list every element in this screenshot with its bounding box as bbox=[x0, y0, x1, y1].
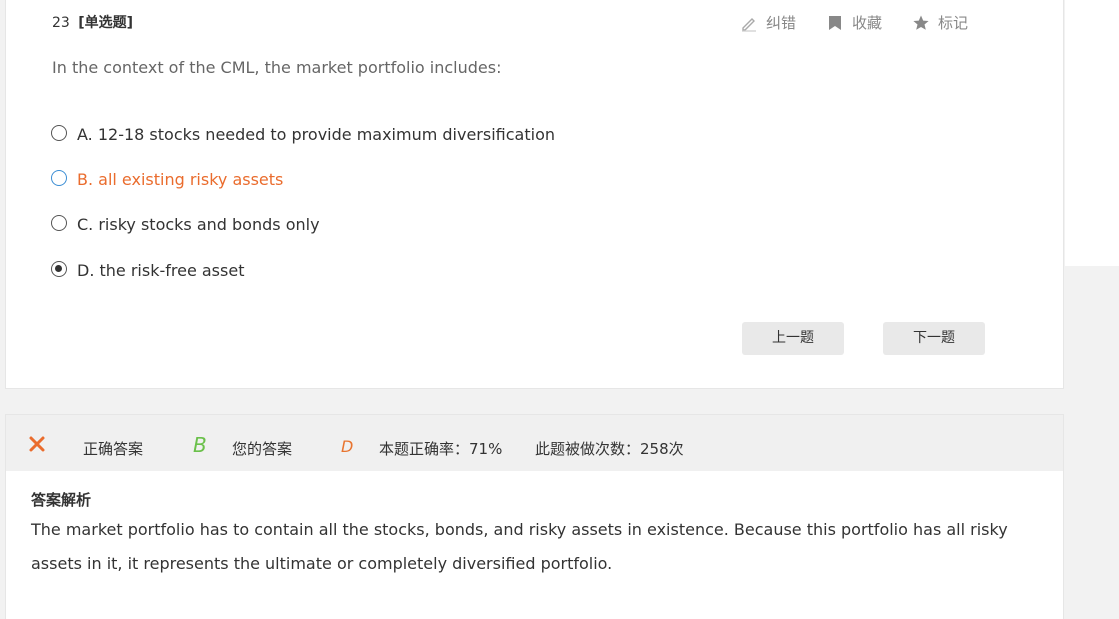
star-icon bbox=[913, 15, 929, 30]
option-a-radio[interactable] bbox=[51, 124, 67, 141]
question-panel: 23 [单选题] 纠错 收藏 标记 In the context of the … bbox=[5, 0, 1064, 389]
correct-answer-label: 正确答案 bbox=[83, 440, 144, 458]
question-header: 23 [单选题] bbox=[52, 12, 133, 32]
option-d-label: D. the risk-free asset bbox=[77, 261, 245, 280]
question-type: [单选题] bbox=[78, 15, 134, 31]
right-panel-strip bbox=[1065, 0, 1119, 266]
favorite-button[interactable]: 收藏 bbox=[826, 12, 882, 33]
favorite-label: 收藏 bbox=[852, 14, 883, 32]
option-b-radio[interactable] bbox=[51, 169, 67, 186]
mark-label: 标记 bbox=[938, 14, 969, 32]
option-c-label: C. risky stocks and bonds only bbox=[77, 215, 320, 234]
option-b-label: B. all existing risky assets bbox=[77, 170, 284, 189]
option-d-radio[interactable] bbox=[51, 260, 67, 277]
option-b[interactable]: B. all existing risky assets bbox=[51, 169, 284, 189]
prev-question-button[interactable]: 上一题 bbox=[742, 322, 844, 355]
pencil-icon bbox=[742, 17, 756, 32]
attempts-stat: 此题被做次数：258次 bbox=[535, 440, 684, 458]
option-d[interactable]: D. the risk-free asset bbox=[51, 260, 245, 280]
bookmark-icon bbox=[829, 15, 842, 30]
next-question-button[interactable]: 下一题 bbox=[883, 322, 985, 355]
explanation-title: 答案解析 bbox=[31, 491, 92, 509]
question-stem: In the context of the CML, the market po… bbox=[52, 58, 502, 77]
option-c[interactable]: C. risky stocks and bonds only bbox=[51, 214, 320, 234]
option-c-radio[interactable] bbox=[51, 214, 67, 231]
option-a[interactable]: A. 12-18 stocks needed to provide maximu… bbox=[51, 124, 555, 144]
correct-error-label: 纠错 bbox=[766, 14, 797, 32]
option-a-label: A. 12-18 stocks needed to provide maximu… bbox=[77, 125, 555, 144]
question-toolbar: 纠错 收藏 标记 bbox=[740, 12, 998, 33]
your-answer-value: D bbox=[341, 437, 354, 456]
question-number: 23 bbox=[52, 15, 70, 31]
mark-button[interactable]: 标记 bbox=[912, 12, 968, 33]
answer-result-bar: 正确答案 B 您的答案 D 本题正确率：71% 此题被做次数：258次 bbox=[6, 415, 1063, 471]
explanation-text: The market portfolio has to contain all … bbox=[31, 520, 1008, 573]
your-answer-label: 您的答案 bbox=[232, 440, 293, 458]
correct-answer-value: B bbox=[193, 433, 207, 457]
correct-error-button[interactable]: 纠错 bbox=[740, 12, 796, 33]
accuracy-stat: 本题正确率：71% bbox=[379, 440, 503, 458]
close-icon bbox=[29, 436, 45, 452]
answer-panel: 正确答案 B 您的答案 D 本题正确率：71% 此题被做次数：258次 答案解析… bbox=[5, 414, 1064, 619]
